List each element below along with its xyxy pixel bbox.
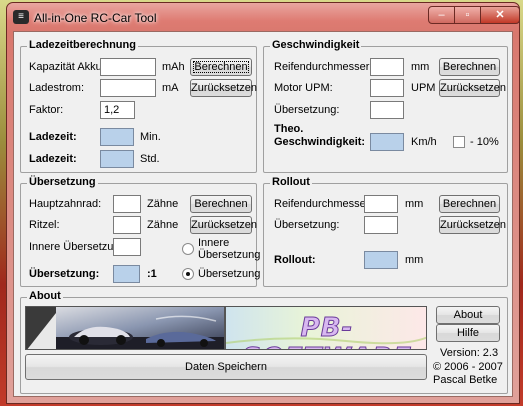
ladezeit-min-output [100, 128, 134, 146]
ladezeit-std-label: Ladezeit: [29, 153, 77, 165]
kapazitaet-input[interactable] [100, 58, 156, 76]
speed-uebersetzung-input[interactable] [370, 101, 404, 119]
hauptzahnrad-label: Hauptzahnrad: [29, 198, 102, 210]
author-text: Pascal Betke [433, 374, 498, 386]
ladezeit-min-unit: Min. [140, 131, 161, 143]
ritzel-input[interactable] [113, 216, 141, 234]
innere-input[interactable] [113, 238, 141, 256]
group-title-uebersetzung: Übersetzung [27, 176, 98, 188]
ladezeit-zuruecksetzen-button[interactable]: Zurücksetzen [190, 79, 257, 97]
faktor-label: Faktor: [29, 104, 64, 116]
ritzel-unit: Zähne [147, 219, 179, 231]
radio-innere-label-1: Innere [198, 237, 230, 249]
uebersetzung-zuruecksetzen-button[interactable]: Zurücksetzen [190, 216, 257, 234]
copyright-text: © 2006 - 2007 [433, 361, 503, 373]
group-rollout: Rollout Reifendurchmesser: mm Berechnen … [263, 176, 508, 287]
group-title-about: About [27, 290, 63, 302]
speed-reifen-unit: mm [411, 61, 430, 73]
theo-speed-unit: Km/h [411, 136, 437, 148]
rollout-berechnen-button[interactable]: Berechnen [439, 195, 500, 213]
rc-car-banner-image [25, 306, 225, 350]
maximize-button[interactable]: ▫ [454, 6, 481, 24]
ladezeit-std-output [100, 150, 134, 168]
rollout-result-label: Rollout: [274, 254, 316, 266]
speed-reifen-input[interactable] [370, 58, 404, 76]
rollout-result-output [364, 251, 398, 269]
group-uebersetzung: Übersetzung Hauptzahnrad: Zähne Berechne… [20, 176, 261, 287]
radio-uebersetzung-label: Übersetzung [198, 268, 261, 280]
speed-berechnen-button[interactable]: Berechnen [439, 58, 500, 76]
rc-car-banner-graphic [26, 307, 224, 349]
uebersetzung-result-output [113, 265, 140, 283]
radio-uebersetzung[interactable] [182, 268, 194, 280]
ladezeit-min-label: Ladezeit: [29, 131, 77, 143]
rollout-reifen-unit: mm [405, 198, 424, 210]
group-title-rollout: Rollout [270, 176, 312, 188]
group-about: About PB- Daten Speichern About Hilfe Ve… [20, 290, 508, 394]
ladezeit-std-unit: Std. [140, 153, 160, 165]
rollout-uebersetzung-input[interactable] [364, 216, 398, 234]
ritzel-label: Ritzel: [29, 219, 60, 231]
app-window: ≡ All-in-One RC-Car Tool – ▫ ✕ Ladezeitb… [6, 2, 520, 404]
about-button[interactable]: About [436, 306, 500, 324]
daten-speichern-button[interactable]: Daten Speichern [25, 354, 427, 380]
version-text: Version: 2.3 [440, 347, 499, 359]
hauptzahnrad-unit: Zähne [147, 198, 179, 210]
ladestrom-unit: mA [162, 82, 179, 94]
theo-label-line2: Geschwindigkeit: [274, 136, 366, 148]
app-icon[interactable]: ≡ [13, 10, 29, 24]
minimize-button[interactable]: – [428, 6, 455, 24]
pb-software-logo: PB-SOFTWARE [225, 306, 427, 350]
close-button[interactable]: ✕ [480, 6, 520, 24]
theo-speed-output [370, 133, 404, 151]
faktor-input[interactable]: 1,2 [100, 101, 135, 119]
minus10-label: - 10% [470, 136, 499, 148]
motor-upm-input[interactable] [370, 79, 404, 97]
logo-text: PB-SOFTWARE [242, 313, 412, 350]
rollout-zuruecksetzen-button[interactable]: Zurücksetzen [439, 216, 506, 234]
hauptzahnrad-input[interactable] [113, 195, 141, 213]
ladezeit-berechnen-button[interactable]: Berechnen [190, 58, 252, 76]
ladestrom-label: Ladestrom: [29, 82, 85, 94]
rollout-uebersetzung-label: Übersetzung: [274, 219, 340, 231]
ladestrom-input[interactable] [100, 79, 156, 97]
group-ladezeit: Ladezeitberechnung Kapazität Akku: mAh B… [20, 39, 257, 173]
radio-innere-label-2: Übersetzung [198, 249, 261, 261]
group-geschwindigkeit: Geschwindigkeit Reifendurchmesser: mm Be… [263, 39, 508, 173]
rollout-reifen-input[interactable] [364, 195, 398, 213]
kapazitaet-label: Kapazität Akku: [29, 61, 105, 73]
speed-reifen-label: Reifendurchmesser: [274, 61, 373, 73]
kapazitaet-unit: mAh [162, 61, 185, 73]
uebersetzung-berechnen-button[interactable]: Berechnen [190, 195, 252, 213]
motor-upm-unit: UPM [411, 82, 436, 94]
group-title-geschwindigkeit: Geschwindigkeit [270, 39, 362, 51]
uebersetzung-result-unit: :1 [147, 268, 157, 280]
motor-upm-label: Motor UPM: [274, 82, 333, 94]
theo-label-line1: Theo. [274, 123, 304, 135]
group-title-ladezeit: Ladezeitberechnung [27, 39, 138, 51]
uebersetzung-result-label: Übersetzung: [29, 268, 100, 280]
rollout-reifen-label: Reifendurchmesser: [274, 198, 373, 210]
minus10-checkbox[interactable] [453, 136, 465, 148]
title-bar[interactable]: ≡ All-in-One RC-Car Tool – ▫ ✕ [7, 3, 520, 31]
hilfe-button[interactable]: Hilfe [436, 324, 500, 342]
window-title: All-in-One RC-Car Tool [34, 11, 157, 25]
dialog-client-area: Ladezeitberechnung Kapazität Akku: mAh B… [13, 31, 513, 397]
speed-zuruecksetzen-button[interactable]: Zurücksetzen [439, 79, 506, 97]
radio-innere-uebersetzung[interactable] [182, 243, 194, 255]
rollout-result-unit: mm [405, 254, 424, 266]
speed-uebersetzung-label: Übersetzung: [274, 104, 340, 116]
